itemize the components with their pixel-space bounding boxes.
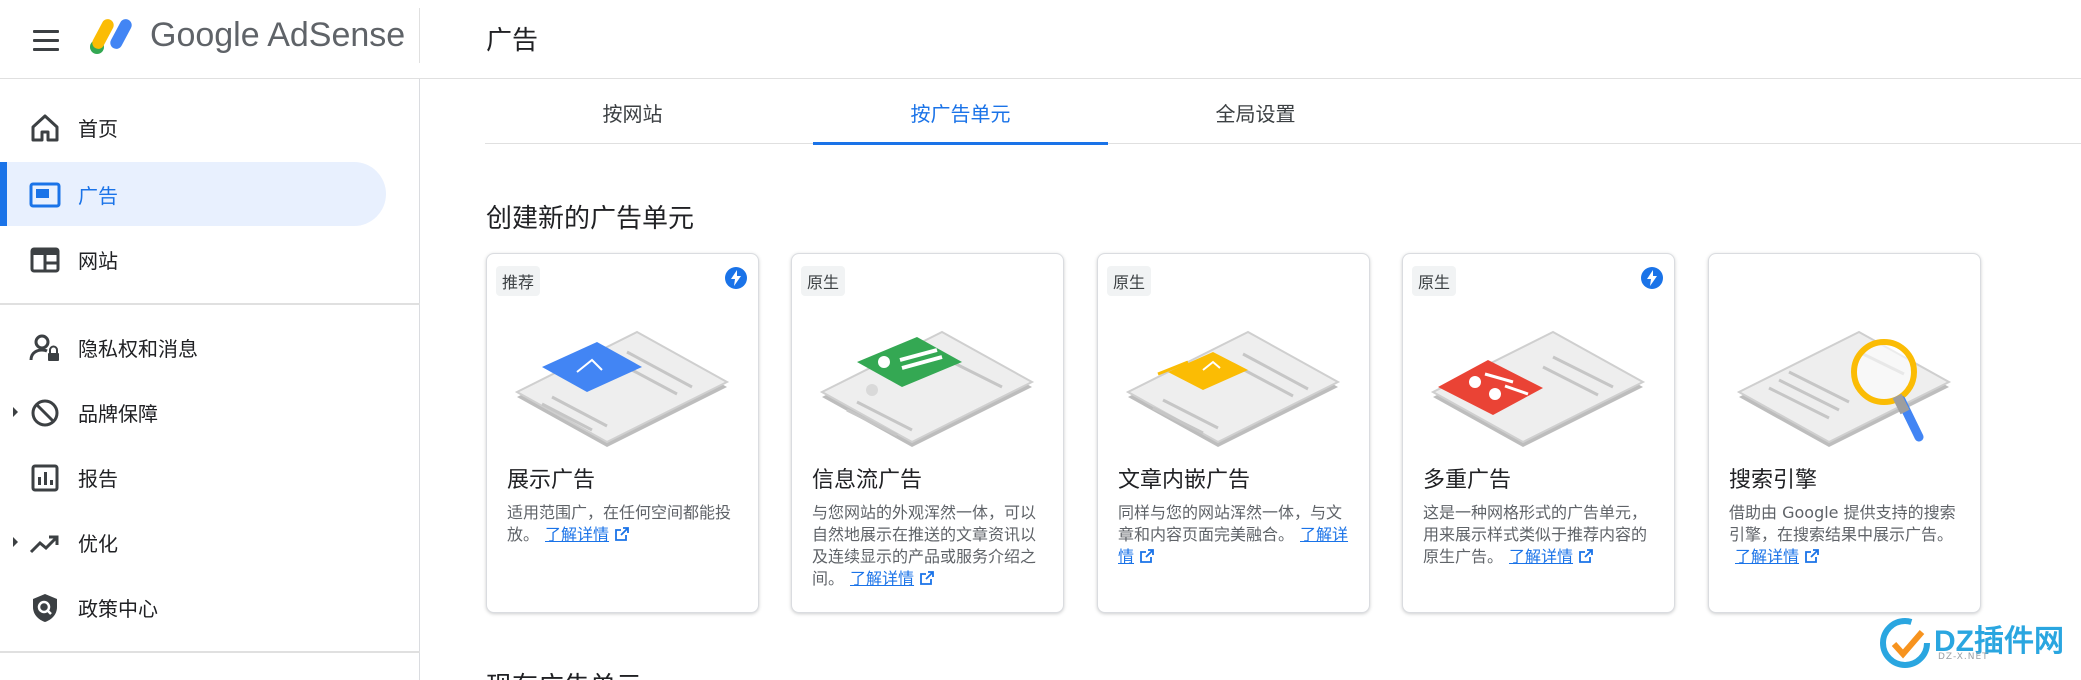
block-icon (31, 399, 59, 427)
sidebar-item-label: 报告 (78, 466, 118, 491)
trending-up-icon (29, 535, 59, 554)
bolt-icon (725, 267, 747, 289)
ads-icon (29, 182, 61, 208)
card-description: 同样与您的网站浑然一体，与文章和内容页面完美融合。 了解详情 (1118, 502, 1356, 568)
card-title: 搜索引擎 (1729, 468, 1818, 493)
learn-more-link[interactable]: 了解详情 (1735, 547, 1799, 566)
in-feed-ad-illustration-icon (819, 330, 1035, 447)
privacy-icon (29, 334, 59, 361)
divider (419, 8, 420, 63)
sidebar-item-sites[interactable]: 网站 (0, 227, 386, 291)
sidebar-item-privacy[interactable]: 隐私权和消息 (0, 315, 386, 379)
card-description: 借助由 Google 提供支持的搜索引擎，在搜索结果中展示广告。了解详情 (1729, 502, 1967, 568)
sidebar-item-label: 网站 (78, 248, 118, 273)
ad-unit-card-multiplex[interactable]: 原生 多重广告 这是一种网格形式的广告单元，用来展示样式类似于推荐内容的原生广告… (1402, 253, 1675, 613)
learn-more-link[interactable]: 了解详情 (1509, 547, 1573, 566)
page-title: 广告 (486, 26, 539, 56)
external-link-icon[interactable] (1140, 549, 1154, 563)
sidebar-item-label: 政策中心 (78, 596, 158, 621)
ad-unit-card-search-engine[interactable]: 搜索引擎 借助由 Google 提供支持的搜索引擎，在搜索结果中展示广告。了解详… (1708, 253, 1981, 613)
sidebar: 首页 广告 网站 隐私权和消息 品牌保障 报告 优化 政策中心 (0, 79, 420, 680)
tab-by-site[interactable]: 按网站 (485, 80, 780, 144)
adsense-logo-icon[interactable] (88, 14, 138, 56)
learn-more-link[interactable]: 了解详情 (545, 525, 609, 544)
multiplex-ad-illustration-icon (1430, 330, 1646, 447)
sidebar-item-policy-center[interactable]: 政策中心 (0, 575, 386, 639)
sidebar-item-label: 优化 (78, 531, 118, 556)
sidebar-item-optimize[interactable]: 优化 (0, 510, 386, 574)
tab-by-ad-unit[interactable]: 按广告单元 (813, 80, 1108, 145)
divider (0, 303, 420, 305)
display-ad-illustration-icon (514, 330, 730, 447)
brand-name: Google AdSense (150, 16, 406, 54)
card-title: 信息流广告 (812, 468, 923, 493)
card-desc-text: 借助由 Google 提供支持的搜索引擎，在搜索结果中展示广告。 (1729, 503, 1956, 544)
sidebar-item-ads[interactable]: 广告 (0, 162, 386, 226)
sidebar-item-label: 隐私权和消息 (78, 336, 198, 361)
sidebar-item-reports[interactable]: 报告 (0, 445, 386, 509)
section-title: 创建新的广告单元 (486, 204, 695, 234)
sidebar-item-label: 广告 (78, 183, 118, 208)
tab-global-settings[interactable]: 全局设置 (1108, 80, 1403, 144)
external-link-icon[interactable] (920, 571, 934, 585)
sidebar-item-home[interactable]: 首页 (0, 95, 386, 159)
section-title-existing: 现有广告单元 (486, 666, 642, 680)
badge: 原生 (1107, 266, 1152, 296)
card-title: 展示广告 (507, 468, 596, 493)
card-description: 这是一种网格形式的广告单元，用来展示样式类似于推荐内容的原生广告。 了解详情 (1423, 502, 1661, 568)
menu-icon[interactable] (26, 20, 66, 60)
card-description: 与您网站的外观浑然一体，可以自然地展示在推送的文章资讯以及连续显示的产品或服务介… (812, 502, 1050, 590)
badge: 原生 (1412, 266, 1457, 296)
sites-icon (30, 247, 60, 273)
divider (0, 651, 420, 653)
external-link-icon[interactable] (615, 527, 629, 541)
ad-unit-card-display[interactable]: 推荐 展示广告 适用范围广，在任何空间都能投放。 了解详情 (486, 253, 759, 613)
external-link-icon[interactable] (1805, 549, 1819, 563)
badge: 推荐 (496, 266, 541, 296)
expand-caret-icon[interactable] (13, 407, 18, 417)
external-link-icon[interactable] (1579, 549, 1593, 563)
watermark-subtext: DZ-X.NET (1938, 652, 1989, 662)
badge: 原生 (801, 266, 846, 296)
expand-caret-icon[interactable] (13, 537, 18, 547)
bolt-icon (1641, 267, 1663, 289)
in-article-ad-illustration-icon (1125, 330, 1341, 447)
sidebar-item-label: 品牌保障 (78, 401, 158, 426)
card-title: 文章内嵌广告 (1118, 468, 1251, 493)
sidebar-item-label: 首页 (78, 116, 118, 141)
policy-shield-icon (33, 594, 57, 622)
card-title: 多重广告 (1423, 468, 1512, 493)
ad-unit-card-in-feed[interactable]: 原生 信息流广告 与您网站的外观浑然一体，可以自然地展示在推送的文章资讯以及连续… (791, 253, 1064, 613)
card-description: 适用范围广，在任何空间都能投放。 了解详情 (507, 502, 745, 546)
home-icon (31, 114, 59, 142)
sidebar-item-brand-safety[interactable]: 品牌保障 (0, 380, 386, 444)
tab-bar: 按网站 按广告单元 全局设置 (485, 80, 2081, 145)
learn-more-link[interactable]: 了解详情 (850, 569, 914, 588)
reports-icon (31, 464, 59, 492)
ad-unit-card-in-article[interactable]: 原生 文章内嵌广告 同样与您的网站浑然一体，与文章和内容页面完美融合。 了解详情 (1097, 253, 1370, 613)
top-app-bar: Google AdSense 广告 (0, 0, 2081, 79)
search-engine-illustration-icon (1736, 330, 1952, 447)
